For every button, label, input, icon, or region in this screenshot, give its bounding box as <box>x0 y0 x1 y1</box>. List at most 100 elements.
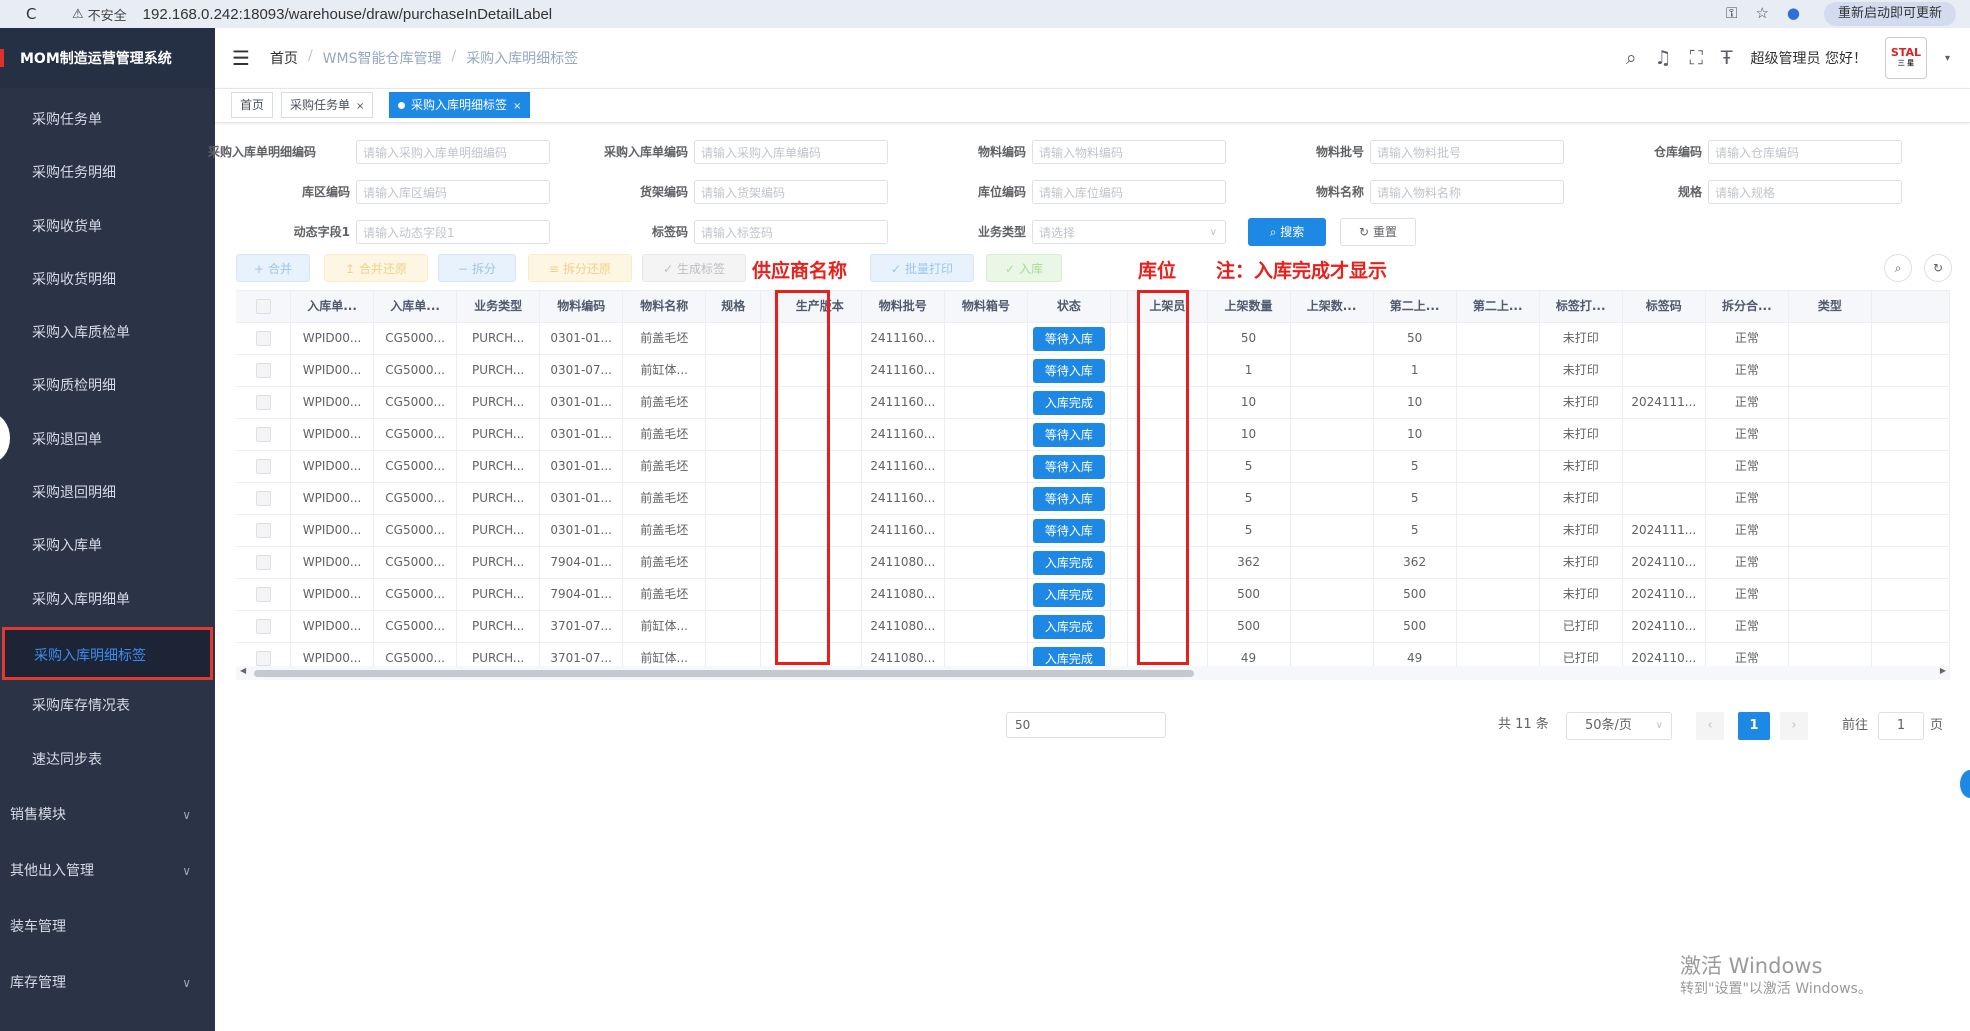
key-icon[interactable]: ⚿ <box>1726 4 1737 22</box>
sidebar-item-inbound-qc[interactable]: 采购入库质检单 <box>0 307 215 360</box>
status-badge[interactable]: 等待入库 <box>1032 326 1105 351</box>
split-revert-button[interactable]: ≡ 拆分还原 <box>528 254 632 282</box>
status-badge[interactable]: 等待入库 <box>1032 454 1105 479</box>
prev-page-icon[interactable]: ‹ <box>1696 712 1724 740</box>
table-row[interactable]: WPID00... CG5000... PURCH... 0301-07... 前缸体.… <box>236 355 1951 387</box>
bell-icon[interactable]: ♫ <box>1655 47 1672 69</box>
row-checkbox[interactable] <box>255 331 271 346</box>
scroll-left-icon[interactable]: ◀ <box>240 666 246 675</box>
sidebar-group-loading[interactable]: 装车管理 <box>0 899 215 955</box>
table-row[interactable]: WPID00... CG5000... PURCH... 3701-07... 前缸体.… <box>236 611 1951 643</box>
row-checkbox[interactable] <box>255 363 271 378</box>
close-icon[interactable]: × <box>513 101 521 112</box>
merge-revert-button[interactable]: ↥ 合并还原 <box>324 254 428 282</box>
row-checkbox[interactable] <box>255 651 271 666</box>
row-checkbox[interactable] <box>255 555 271 570</box>
sidebar-group-sales[interactable]: 销售模块 ∨ <box>0 787 215 843</box>
restart-update-button[interactable]: 重新启动即可更新 <box>1823 2 1956 26</box>
row-checkbox[interactable] <box>255 427 271 442</box>
table-row[interactable]: WPID00... CG5000... PURCH... 0301-01... 前盖毛坯… <box>236 387 1951 419</box>
profile-icon[interactable]: ● <box>1787 4 1800 22</box>
filter-input-material-name[interactable]: 请输入物料名称 <box>1370 180 1564 204</box>
scroll-right-icon[interactable]: ▶ <box>1940 666 1946 675</box>
avatar[interactable]: STAL 三 星 <box>1884 37 1927 79</box>
row-checkbox[interactable] <box>255 459 271 474</box>
next-page-icon[interactable]: › <box>1780 712 1808 740</box>
filter-input-detail-code[interactable]: 请输入采购入库单明细编码 <box>356 140 550 164</box>
status-badge[interactable]: 入库完成 <box>1032 582 1105 607</box>
sidebar-item-suda-sync[interactable]: 速达同步表 <box>0 734 215 787</box>
breadcrumb-home[interactable]: 首页 <box>270 48 298 68</box>
filter-input-warehouse-code[interactable]: 请输入仓库编码 <box>1708 140 1902 164</box>
row-checkbox[interactable] <box>255 587 271 602</box>
table-row[interactable]: WPID00... CG5000... PURCH... 0301-01... 前盖毛坯… <box>236 451 1951 483</box>
sidebar-item-inbound-detail-label[interactable]: 采购入库明细标签 <box>2 626 213 681</box>
filter-input-spec[interactable]: 请输入规格 <box>1708 180 1902 204</box>
close-icon[interactable]: × <box>356 101 364 112</box>
goto-page-input[interactable]: 1 <box>1878 712 1924 740</box>
filter-input-dynamic1[interactable]: 请输入动态字段1 <box>356 220 550 244</box>
caret-down-icon[interactable]: ▾ <box>1945 53 1950 64</box>
sidebar-item-stock-status[interactable]: 采购库存情况表 <box>0 680 215 733</box>
font-size-icon[interactable]: Ŧ <box>1721 47 1733 69</box>
filter-input-inbound-code[interactable]: 请输入采购入库单编码 <box>694 140 888 164</box>
search-button[interactable]: ⌕ 搜索 <box>1248 218 1326 246</box>
reset-button[interactable]: ↻ 重置 <box>1340 218 1416 246</box>
filter-input-batch-no[interactable]: 请输入物料批号 <box>1370 140 1564 164</box>
status-badge[interactable]: 等待入库 <box>1032 518 1105 543</box>
table-row[interactable]: WPID00... CG5000... PURCH... 7904-01... 前盖毛坯… <box>236 579 1951 611</box>
sidebar-item-purchase-task-detail[interactable]: 采购任务明细 <box>0 147 215 200</box>
row-checkbox[interactable] <box>255 523 271 538</box>
tag-inbound-detail-label[interactable]: 采购入库明细标签 × <box>389 92 531 118</box>
page-size-input[interactable]: 50 <box>1006 712 1166 738</box>
sidebar-item-return-detail[interactable]: 采购退回明细 <box>0 467 215 520</box>
sidebar-item-inbound-detail[interactable]: 采购入库明细单 <box>0 574 215 627</box>
column-header[interactable] <box>236 291 292 322</box>
select-all-checkbox[interactable] <box>255 299 271 314</box>
toggle-search-icon[interactable]: ⌕ <box>1884 254 1912 282</box>
status-badge[interactable]: 等待入库 <box>1032 358 1105 383</box>
status-badge[interactable]: 入库完成 <box>1032 614 1105 639</box>
horizontal-scrollbar[interactable]: ◀ ▶ <box>236 666 1950 680</box>
fullscreen-icon[interactable]: ⛶ <box>1690 47 1703 69</box>
refresh-table-icon[interactable]: ↻ <box>1924 254 1952 282</box>
row-checkbox[interactable] <box>255 395 271 410</box>
status-badge[interactable]: 等待入库 <box>1032 486 1105 511</box>
row-checkbox[interactable] <box>255 491 271 506</box>
page-number-current[interactable]: 1 <box>1738 712 1770 740</box>
filter-select-biz-type[interactable]: 请选择 ∨ <box>1032 220 1226 244</box>
merge-button[interactable]: + 合并 <box>236 254 310 282</box>
generate-label-button[interactable]: ✓ 生成标签 <box>642 254 746 282</box>
status-badge[interactable]: 入库完成 <box>1032 550 1105 575</box>
filter-input-label-code[interactable]: 请输入标签码 <box>694 220 888 244</box>
sidebar-group-inventory[interactable]: 库存管理 ∨ <box>0 955 215 1011</box>
filter-input-shelf-code[interactable]: 请输入货架编码 <box>694 180 888 204</box>
table-row[interactable]: WPID00... CG5000... PURCH... 0301-01... 前盖毛坯… <box>236 419 1951 451</box>
reload-icon[interactable]: C <box>26 5 48 23</box>
sidebar-item-purchase-task[interactable]: 采购任务单 <box>0 94 215 147</box>
sidebar-item-purchase-receipt-detail[interactable]: 采购收货明细 <box>0 254 215 307</box>
filter-input-material-code[interactable]: 请输入物料编码 <box>1032 140 1226 164</box>
sidebar-item-return[interactable]: 采购退回单 <box>0 414 215 467</box>
table-row[interactable]: WPID00... CG5000... PURCH... 7904-01... 前盖毛坯… <box>236 547 1951 579</box>
split-button[interactable]: − 拆分 <box>438 254 516 282</box>
filter-input-area-code[interactable]: 请输入库区编码 <box>356 180 550 204</box>
status-badge[interactable]: 入库完成 <box>1032 390 1105 415</box>
table-row[interactable]: WPID00... CG5000... PURCH... 0301-01... 前盖毛坯… <box>236 515 1951 547</box>
page-size-select[interactable]: 50条/页 ∨ <box>1566 712 1672 740</box>
scrollbar-thumb[interactable] <box>254 670 1194 677</box>
sidebar-item-inbound[interactable]: 采购入库单 <box>0 520 215 573</box>
table-row[interactable]: WPID00... CG5000... PURCH... 0301-01... 前盖毛坯… <box>236 323 1951 355</box>
sidebar-group-other-io[interactable]: 其他出入管理 ∨ <box>0 843 215 899</box>
user-greeting[interactable]: 超级管理员 您好！ <box>1751 48 1867 68</box>
row-checkbox[interactable] <box>255 619 271 634</box>
filter-input-location-code[interactable]: 请输入库位编码 <box>1032 180 1226 204</box>
not-secure-indicator[interactable]: ⚠ 不安全 <box>72 5 127 24</box>
search-icon[interactable]: ⌕ <box>1626 47 1637 69</box>
status-badge[interactable]: 等待入库 <box>1032 422 1105 447</box>
floating-help-button[interactable] <box>1960 770 1970 798</box>
star-icon[interactable]: ☆ <box>1755 4 1768 22</box>
menu-toggle-icon[interactable]: ☰ <box>232 46 250 70</box>
tag-home[interactable]: 首页 <box>231 92 274 118</box>
url-bar[interactable]: 192.168.0.242:18093/warehouse/draw/purch… <box>143 6 552 23</box>
